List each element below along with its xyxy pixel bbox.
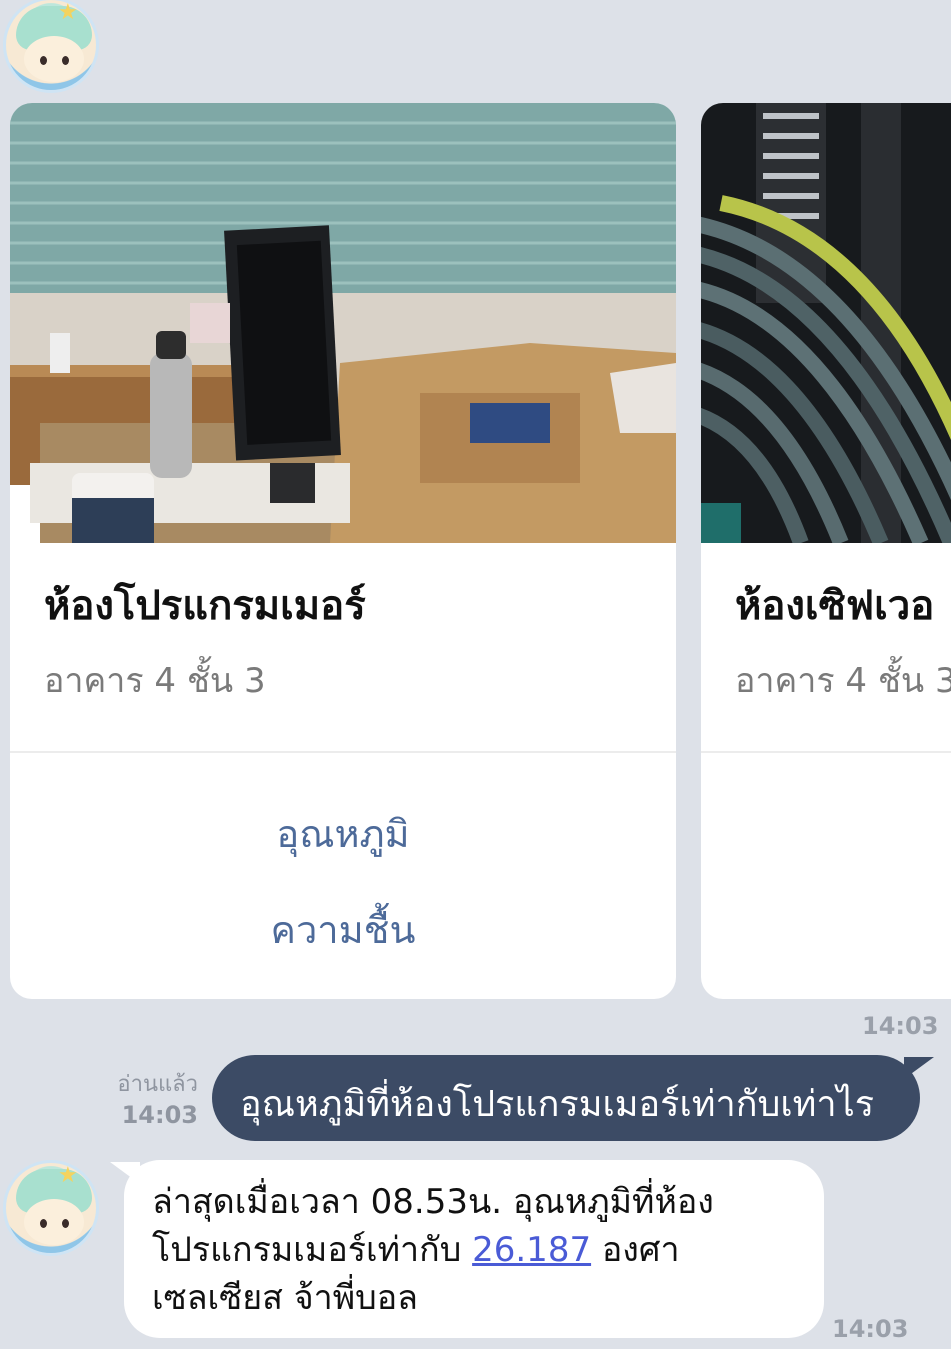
carousel-timestamp: 14:03 — [862, 1012, 939, 1040]
room-carousel[interactable]: ห้องโปรแกรมเมอร์ อาคาร 4 ชั้น 3 อุณหภูมิ… — [0, 103, 951, 1000]
bot-avatar-top[interactable]: ★ — [3, 0, 99, 93]
read-status: อ่านแล้ว 14:03 — [100, 1070, 198, 1130]
bot-avatar[interactable]: ★ — [3, 1160, 99, 1256]
bot-message-text: โปรแกรมเมอร์เท่ากับ — [152, 1230, 473, 1270]
user-message-text: อุณหภูมิที่ห้องโปรแกรมเมอร์เท่ากับเท่าไร — [240, 1084, 875, 1125]
card-title: ห้องเซิฟเวอ — [735, 583, 935, 629]
card-divider — [10, 751, 676, 753]
card-subtitle: อาคาร 4 ชั้น 3 — [44, 661, 266, 701]
programmer-room-image — [10, 103, 676, 543]
card-divider — [701, 751, 951, 753]
bot-message-line: เซลเซียส จ้าพี่บอล — [152, 1278, 418, 1318]
card-subtitle: อาคาร 4 ชั้น 3 — [735, 661, 951, 701]
bot-message-line: โปรแกรมเมอร์เท่ากับ 26.187 องศา — [152, 1226, 804, 1274]
server-room-image — [701, 103, 951, 543]
bot-message-text: องศา — [591, 1230, 680, 1270]
card-title: ห้องโปรแกรมเมอร์ — [44, 583, 366, 629]
bot-message-bubble[interactable]: ล่าสุดเมื่อเวลา 08.53น. อุณหภูมิที่ห้อง … — [110, 1160, 824, 1338]
temperature-button[interactable]: อุณหภูมิ — [10, 803, 676, 864]
bot-message-line: ล่าสุดเมื่อเวลา 08.53น. อุณหภูมิที่ห้อง — [152, 1182, 714, 1222]
user-message-time: 14:03 — [121, 1101, 198, 1129]
room-card-server[interactable]: ห้องเซิฟเวอ อาคาร 4 ชั้น 3 — [701, 103, 951, 999]
room-card-programmer[interactable]: ห้องโปรแกรมเมอร์ อาคาร 4 ชั้น 3 อุณหภูมิ… — [10, 103, 676, 999]
bot-message-time: 14:03 — [832, 1315, 909, 1343]
read-label: อ่านแล้ว — [117, 1072, 198, 1097]
user-message-bubble[interactable]: อุณหภูมิที่ห้องโปรแกรมเมอร์เท่ากับเท่าไร — [212, 1055, 934, 1141]
temperature-value-link[interactable]: 26.187 — [472, 1230, 591, 1270]
humidity-button[interactable]: ความชื้น — [10, 899, 676, 960]
